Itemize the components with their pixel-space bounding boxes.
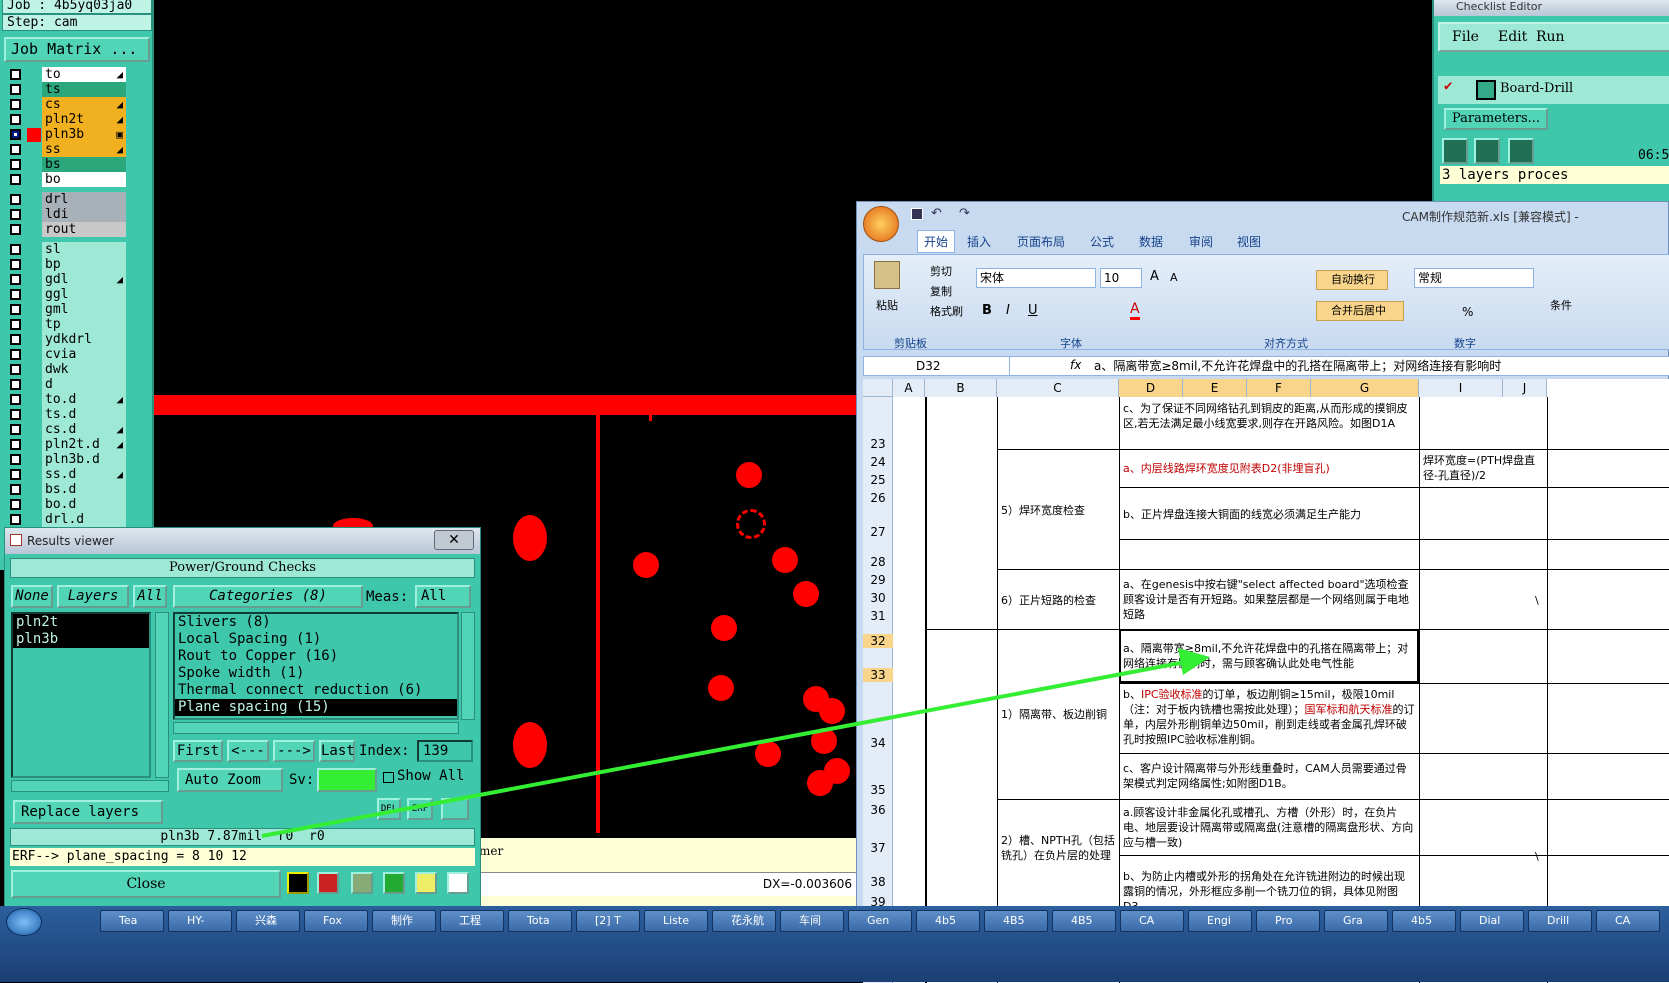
taskbar-item[interactable]: Fox bbox=[304, 910, 368, 932]
start-button[interactable] bbox=[6, 908, 42, 936]
taskbar-item[interactable]: Liste bbox=[644, 910, 708, 932]
taskbar-item[interactable]: Gen bbox=[848, 910, 912, 932]
taskbar-item[interactable]: CA bbox=[1120, 910, 1184, 932]
taskbar-item[interactable]: Engi bbox=[1188, 910, 1252, 932]
arrow-head bbox=[1178, 648, 1210, 675]
taskbar-item[interactable]: 4B5 bbox=[1052, 910, 1116, 932]
taskbar-item[interactable]: Pro bbox=[1256, 910, 1320, 932]
annotation-arrow bbox=[261, 648, 1210, 838]
taskbar-item[interactable]: 车间 bbox=[780, 910, 844, 932]
taskbar-item[interactable]: [2] T bbox=[576, 910, 640, 932]
taskbar-item[interactable]: Gra bbox=[1324, 910, 1388, 932]
taskbar-item[interactable]: 4b5 bbox=[916, 910, 980, 932]
taskbar-item[interactable]: 花永航 bbox=[712, 910, 776, 932]
taskbar-item[interactable]: 4b5 bbox=[1392, 910, 1456, 932]
taskbar-item[interactable]: HY- bbox=[168, 910, 232, 932]
taskbar-item[interactable]: 兴森 bbox=[236, 910, 300, 932]
taskbar-item[interactable]: Dial bbox=[1460, 910, 1524, 932]
taskbar-item[interactable]: Drill bbox=[1528, 910, 1592, 932]
taskbar-item[interactable]: Tea bbox=[100, 910, 164, 932]
taskbar-item[interactable]: 工程 bbox=[440, 910, 504, 932]
taskbar-item[interactable]: CA bbox=[1596, 910, 1660, 932]
taskbar-item[interactable]: Tota bbox=[508, 910, 572, 932]
arrow-line bbox=[261, 658, 1197, 838]
taskbar: Tea HY- 兴森 Fox 制作 工程 Tota [2] T Liste 花永航 车间 Gen 4b5… bbox=[0, 906, 1669, 982]
taskbar-item[interactable]: 4B5 bbox=[984, 910, 1048, 932]
taskbar-item[interactable]: 制作 bbox=[372, 910, 436, 932]
